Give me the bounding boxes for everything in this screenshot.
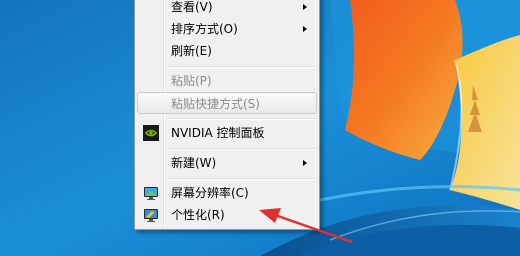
desktop[interactable]: 查看(V) 排序方式(O) 刷新(E) 粘贴(P) 粘贴快捷方式(S) NVID… [0, 0, 520, 256]
annotation-arrow-icon [259, 208, 353, 244]
